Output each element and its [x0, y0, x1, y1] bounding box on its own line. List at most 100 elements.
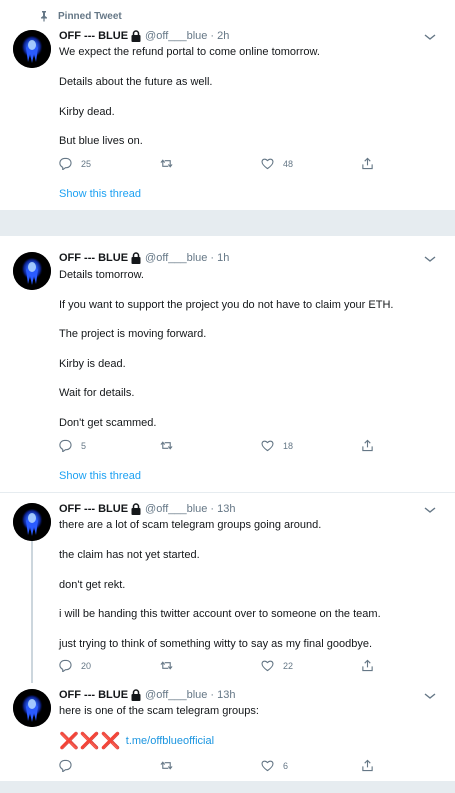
tweet-text-line: there are a lot of scam telegram groups … — [59, 519, 322, 531]
show-thread-link[interactable]: Show this thread — [59, 188, 141, 200]
like-button[interactable]: 18 — [261, 439, 293, 452]
retweet-icon — [160, 659, 173, 672]
pinned-label-row: Pinned Tweet — [38, 10, 122, 22]
reply-count: 20 — [81, 660, 92, 671]
tweet-text-line: Kirby is dead. — [59, 358, 126, 370]
author-name[interactable]: OFF --- BLUE — [59, 252, 128, 264]
tweet-text-line: If you want to support the project you d… — [59, 299, 394, 311]
tweet-actions: 25 48 — [59, 157, 389, 173]
author-handle[interactable]: @off___blue — [145, 30, 207, 42]
lock-icon — [130, 503, 142, 515]
pinned-label: Pinned Tweet — [58, 10, 122, 22]
reply-button[interactable]: 5 — [59, 439, 86, 452]
tweet-timestamp[interactable]: 2h — [217, 30, 229, 42]
like-button[interactable]: 6 — [261, 759, 288, 772]
retweet-icon — [160, 157, 173, 170]
share-button[interactable] — [361, 759, 383, 772]
telegram-link[interactable]: t.me/offblueofficial — [126, 735, 214, 747]
separator-dot: · — [210, 30, 215, 42]
tweet-actions: 5 18 — [59, 439, 389, 455]
tweet-text-line: Wait for details. — [59, 387, 135, 399]
tweet[interactable]: OFF --- BLUE @off___blue · 13h here is o… — [0, 683, 455, 783]
pin-icon — [38, 10, 50, 22]
tweet-text-line: The project is moving forward. — [59, 328, 207, 340]
share-icon — [361, 759, 374, 772]
avatar[interactable] — [13, 252, 51, 290]
tweet-text-line: the claim has not yet started. — [59, 549, 200, 561]
reply-button[interactable]: 25 — [59, 157, 91, 170]
tweet-text-line: Don't get scammed. — [59, 417, 157, 429]
tweet-header: OFF --- BLUE @off___blue · 2h — [59, 30, 229, 42]
share-icon — [361, 659, 374, 672]
like-button[interactable]: 22 — [261, 659, 293, 672]
lock-icon — [130, 689, 142, 701]
tweet[interactable]: OFF --- BLUE @off___blue · 13h there are… — [0, 493, 455, 683]
retweet-button[interactable] — [160, 759, 182, 772]
show-thread-link[interactable]: Show this thread — [59, 470, 141, 482]
tweet-actions: 6 — [59, 759, 389, 775]
reply-icon — [59, 659, 72, 672]
avatar[interactable] — [13, 30, 51, 68]
separator-dot: · — [210, 252, 215, 264]
heart-icon — [261, 157, 274, 170]
tweet-actions: 20 22 — [59, 659, 389, 675]
retweet-button[interactable] — [160, 439, 182, 452]
caret-down-icon[interactable] — [423, 256, 437, 262]
reply-count: 25 — [81, 158, 92, 169]
reply-icon — [59, 759, 72, 772]
timeline-separator — [0, 781, 455, 793]
tweet-text-line: Details tomorrow. — [59, 269, 144, 281]
like-button[interactable]: 48 — [261, 157, 293, 170]
share-button[interactable] — [361, 659, 383, 672]
reply-icon — [59, 439, 72, 452]
tweet-header: OFF --- BLUE @off___blue · 13h — [59, 503, 235, 515]
retweet-button[interactable] — [160, 157, 182, 170]
author-handle[interactable]: @off___blue — [145, 689, 207, 701]
author-name[interactable]: OFF --- BLUE — [59, 503, 128, 515]
tweet[interactable]: OFF --- BLUE @off___blue · 1h Details to… — [0, 236, 455, 490]
share-icon — [361, 157, 374, 170]
reply-count: 5 — [81, 440, 87, 451]
heart-icon — [261, 759, 274, 772]
share-button[interactable] — [361, 439, 383, 452]
like-count: 18 — [283, 440, 294, 451]
author-handle[interactable]: @off___blue — [145, 252, 207, 264]
tweet-timestamp[interactable]: 1h — [217, 252, 229, 264]
tweet-text-line: We expect the refund portal to come onli… — [59, 46, 320, 58]
timeline-separator — [0, 210, 455, 236]
tweet-text-line: But blue lives on. — [59, 135, 143, 147]
author-name[interactable]: OFF --- BLUE — [59, 30, 128, 42]
caret-down-icon[interactable] — [423, 34, 437, 40]
like-count: 22 — [283, 660, 294, 671]
separator-dot: · — [210, 503, 215, 515]
cross-mark-emojis: ❌❌❌ — [59, 733, 122, 750]
tweet-text-line: just trying to think of something witty … — [59, 638, 373, 650]
tweet-header: OFF --- BLUE @off___blue · 13h — [59, 689, 235, 701]
reply-button[interactable] — [59, 759, 81, 772]
reply-button[interactable]: 20 — [59, 659, 91, 672]
tweet-pinned[interactable]: Pinned Tweet OFF --- BLUE @off___blue · … — [0, 0, 455, 210]
caret-down-icon[interactable] — [423, 693, 437, 699]
tweet-text-line: Kirby dead. — [59, 106, 115, 118]
retweet-icon — [160, 439, 173, 452]
lock-icon — [130, 252, 142, 264]
thread-connector-line — [31, 537, 33, 683]
caret-down-icon[interactable] — [423, 507, 437, 513]
author-name[interactable]: OFF --- BLUE — [59, 689, 128, 701]
avatar[interactable] — [13, 689, 51, 727]
tweet-text-line: i will be handing this twitter account o… — [59, 608, 381, 620]
tweet-timestamp[interactable]: 13h — [217, 503, 235, 515]
tweet-header: OFF --- BLUE @off___blue · 1h — [59, 252, 229, 264]
lock-icon — [130, 30, 142, 42]
avatar[interactable] — [13, 503, 51, 541]
reply-icon — [59, 157, 72, 170]
author-handle[interactable]: @off___blue — [145, 503, 207, 515]
heart-icon — [261, 439, 274, 452]
share-icon — [361, 439, 374, 452]
like-count: 6 — [283, 760, 289, 771]
tweet-timestamp[interactable]: 13h — [217, 689, 235, 701]
heart-icon — [261, 659, 274, 672]
share-button[interactable] — [361, 157, 383, 170]
retweet-button[interactable] — [160, 659, 182, 672]
separator-dot: · — [210, 689, 215, 701]
